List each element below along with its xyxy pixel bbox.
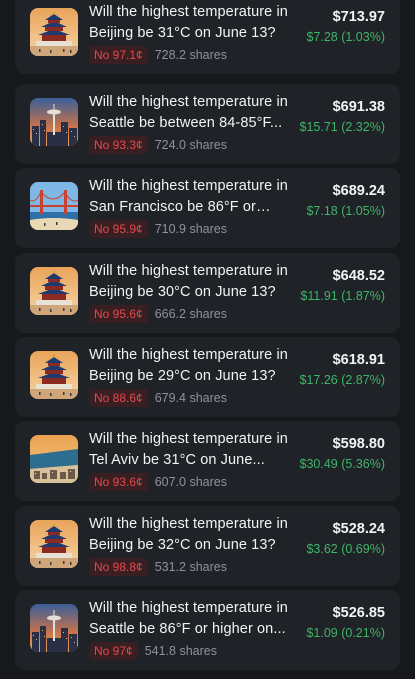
- market-title: Will the highest temperature in Seattle …: [89, 600, 288, 637]
- beijing-temple-icon: [30, 267, 78, 315]
- shares-count: 541.8 shares: [144, 644, 217, 658]
- beijing-temple-icon: [30, 520, 78, 568]
- position-change: $7.28 (1.03%): [306, 30, 385, 44]
- position-value: $526.85: [332, 605, 385, 621]
- market-title: Will the highest temperature in Beijing …: [89, 263, 288, 300]
- beijing-temple-icon: [30, 351, 78, 399]
- shares-count: 724.0 shares: [154, 138, 227, 152]
- outcome-badge: No 95.6¢: [89, 305, 148, 323]
- market-title: Will the highest temperature in Tel Aviv…: [89, 431, 288, 468]
- position-change: $15.71 (2.32%): [299, 120, 385, 134]
- position-card[interactable]: Will the highest temperature in Seattle …: [15, 590, 400, 670]
- position-meta: No 98.8¢ 531.2 shares: [89, 558, 227, 576]
- shares-count: 531.2 shares: [154, 560, 227, 574]
- seattle-skyline-icon: [30, 604, 78, 652]
- position-value: $528.24: [332, 521, 385, 537]
- position-meta: No 97¢ 541.8 shares: [89, 642, 217, 660]
- position-card[interactable]: Will the highest temperature in Beijing …: [15, 337, 400, 417]
- position-meta: No 95.9¢ 710.9 shares: [89, 220, 227, 238]
- shares-count: 607.0 shares: [154, 475, 227, 489]
- position-meta: No 97.1¢ 728.2 shares: [89, 46, 227, 64]
- position-meta: No 88.6¢ 679.4 shares: [89, 389, 227, 407]
- outcome-badge: No 88.6¢: [89, 389, 148, 407]
- position-value: $598.80: [332, 436, 385, 452]
- position-card[interactable]: Will the highest temperature in San Fran…: [15, 168, 400, 248]
- outcome-badge: No 93.3¢: [89, 136, 148, 154]
- market-title: Will the highest temperature in San Fran…: [89, 178, 288, 215]
- market-title: Will the highest temperature in Seattle …: [89, 94, 288, 131]
- position-card[interactable]: Will the highest temperature in Beijing …: [15, 253, 400, 333]
- positions-list: Will the highest temperature in Beijing …: [0, 0, 415, 679]
- outcome-badge: No 97.1¢: [89, 46, 148, 64]
- golden-gate-bridge-icon: [30, 182, 78, 230]
- position-meta: No 93.6¢ 607.0 shares: [89, 473, 227, 491]
- outcome-badge: No 95.9¢: [89, 220, 148, 238]
- position-card[interactable]: Will the highest temperature in Seattle …: [15, 84, 400, 164]
- position-change: $17.26 (2.87%): [299, 373, 385, 387]
- position-card[interactable]: Will the highest temperature in Beijing …: [15, 0, 400, 74]
- market-title: Will the highest temperature in Beijing …: [89, 516, 288, 553]
- position-change: $1.09 (0.21%): [306, 626, 385, 640]
- beijing-temple-icon: [30, 8, 78, 56]
- position-card[interactable]: Will the highest temperature in Beijing …: [15, 506, 400, 586]
- position-change: $3.62 (0.69%): [306, 542, 385, 556]
- position-value: $689.24: [332, 183, 385, 199]
- position-value: $713.97: [332, 9, 385, 25]
- outcome-badge: No 97¢: [89, 642, 138, 660]
- outcome-badge: No 93.6¢: [89, 473, 148, 491]
- position-value: $691.38: [332, 99, 385, 115]
- shares-count: 679.4 shares: [154, 391, 227, 405]
- position-change: $30.49 (5.36%): [299, 457, 385, 471]
- position-change: $7.18 (1.05%): [306, 204, 385, 218]
- shares-count: 710.9 shares: [154, 222, 227, 236]
- position-value: $618.91: [332, 352, 385, 368]
- position-card[interactable]: Will the highest temperature in Tel Aviv…: [15, 421, 400, 501]
- position-value: $648.52: [332, 268, 385, 284]
- position-meta: No 93.3¢ 724.0 shares: [89, 136, 227, 154]
- market-title: Will the highest temperature in Beijing …: [89, 4, 288, 41]
- outcome-badge: No 98.8¢: [89, 558, 148, 576]
- market-title: Will the highest temperature in Beijing …: [89, 347, 288, 384]
- tel-aviv-coast-icon: [30, 435, 78, 483]
- shares-count: 666.2 shares: [154, 307, 227, 321]
- seattle-skyline-icon: [30, 98, 78, 146]
- position-meta: No 95.6¢ 666.2 shares: [89, 305, 227, 323]
- position-change: $11.91 (1.87%): [300, 289, 385, 303]
- shares-count: 728.2 shares: [154, 48, 227, 62]
